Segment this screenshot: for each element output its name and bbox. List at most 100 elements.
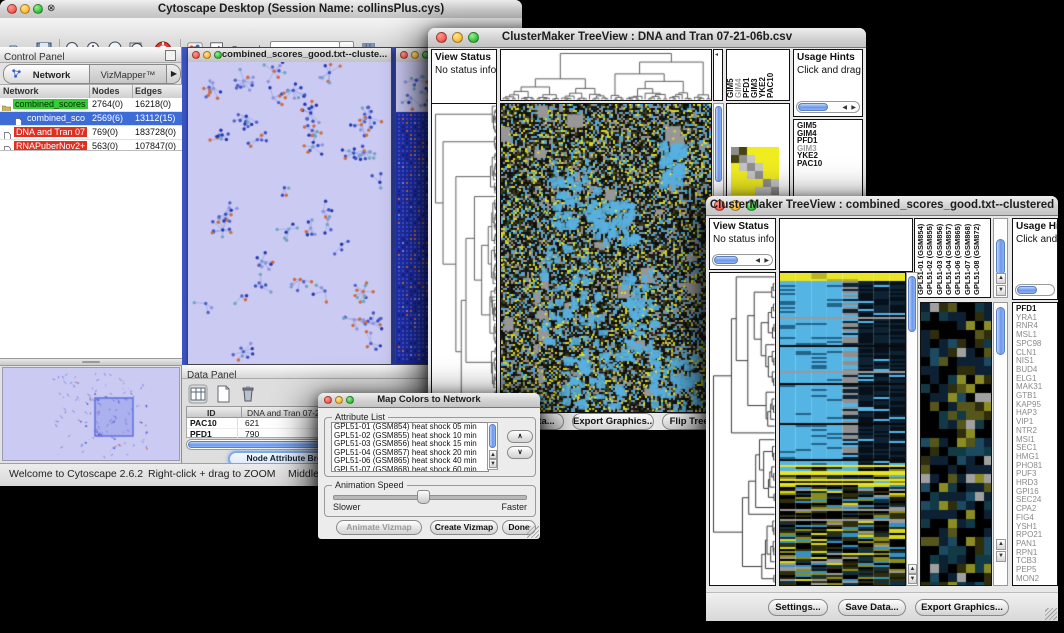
control-panel: Control Panel Network VizMapper™ ▶ Netwo… (0, 47, 182, 463)
dialog-title: Map Colors to Network (318, 393, 540, 407)
data-row-value: 621 (245, 418, 259, 428)
array-column-label: GPL51-07 (GSM868) (963, 224, 972, 295)
animate-vizmap-button[interactable]: Animate Vizmap (336, 520, 422, 535)
tv2-column-dendrogram[interactable] (779, 218, 913, 272)
cluster-row-label[interactable]: PAC10 (797, 160, 862, 168)
network-nodes-count: 2764(0) (92, 99, 123, 109)
settings-button[interactable]: Settings... (768, 599, 828, 616)
tab-vizmapper[interactable]: VizMapper™ (90, 65, 166, 83)
slower-label: Slower (333, 502, 361, 512)
float-panel-icon[interactable] (165, 50, 176, 61)
delete-attribute-icon[interactable] (238, 384, 258, 404)
tv2-column-labels: GPL51-01 (GSM854)GPL51-02 (GSM855)GPL51-… (914, 218, 991, 298)
network-tab-icon (11, 68, 22, 79)
tv1-column-dendrogram[interactable] (500, 49, 712, 101)
animation-speed-slider[interactable] (333, 495, 527, 500)
array-column-label: GPL51-04 (GSM857) (944, 224, 953, 295)
tv2-view-status-panel: View Status No status info ◀ ▶ (709, 218, 776, 270)
attribute-list-group: Attribute List GPL51-01 (GSM854) heat sh… (324, 417, 536, 477)
slider-thumb[interactable] (417, 490, 430, 504)
tv2-column-labels-scrollbar[interactable]: ▲ ▼ (993, 218, 1008, 298)
export-graphics-button[interactable]: Export Graphics... (915, 599, 1009, 616)
tv2-usage-hints-title: Usage Hi (1013, 219, 1057, 232)
tv2-zoom-heatmap[interactable] (920, 302, 992, 586)
tv2-view-status-text: No status info (710, 232, 775, 245)
attribute-list[interactable]: GPL51-01 (GSM854) heat shock 05 minGPL51… (331, 422, 489, 472)
network-edges-count: 16218(0) (135, 99, 171, 109)
panel-splitter[interactable] (0, 358, 182, 366)
network-name[interactable]: combined_sco (25, 113, 87, 123)
status-hint-zoom: Right-click + drag to ZOOM (148, 468, 276, 480)
close-icon[interactable] (400, 51, 408, 59)
network-table-header[interactable]: Edges (135, 86, 162, 96)
network-name[interactable]: combined_scores (13, 99, 88, 109)
main-titlebar[interactable]: ⊗ Cytoscape Desktop (Session Name: colli… (0, 0, 522, 19)
network-edges-count: 183728(0) (135, 127, 176, 137)
network-view-title: combined_scores_good.txt--cluste... (188, 48, 391, 62)
minimize-icon[interactable] (411, 51, 419, 59)
gene-label[interactable]: MON2 (1016, 575, 1057, 584)
tv2-titlebar[interactable]: ClusterMaker TreeView : combined_scores_… (706, 196, 1058, 216)
network-name[interactable]: DNA and Tran 07 (14, 127, 87, 137)
tv2-hints-scrollbar[interactable] (1015, 284, 1055, 296)
tv2-row-dendrogram[interactable] (709, 272, 776, 586)
doc-icon (14, 114, 23, 123)
network-nodes-count: 769(0) (92, 127, 118, 137)
tv2-view-status-title: View Status (710, 219, 775, 232)
treeview-window-combined: ClusterMaker TreeView : combined_scores_… (706, 196, 1058, 620)
network-tree-row[interactable]: combined_sco2569(6)13112(15) (0, 112, 182, 126)
tv1-row-dendrogram[interactable] (431, 103, 497, 413)
network-overview-panel[interactable] (2, 367, 180, 461)
tv1-column-strip[interactable]: ◂ (713, 49, 723, 101)
folder-icon (2, 100, 11, 109)
data-panel-title: Data Panel (182, 369, 236, 382)
map-colors-dialog: Map Colors to Network Attribute List GPL… (318, 393, 540, 539)
data-row-value: 790 (245, 429, 259, 439)
network-view-frame[interactable]: combined_scores_good.txt--cluste... (187, 47, 392, 365)
create-vizmap-button[interactable]: Create Vizmap (430, 520, 498, 535)
attribute-select-icon[interactable] (188, 384, 208, 404)
tv2-usage-hints-panel: Usage Hi Click and (1012, 218, 1058, 300)
resize-grip[interactable] (527, 526, 539, 538)
new-attribute-icon[interactable] (213, 384, 233, 404)
tv1-view-status-title: View Status (432, 50, 496, 63)
move-down-button[interactable]: ∨ (507, 446, 533, 459)
desktop: ⊗ Cytoscape Desktop (Session Name: colli… (0, 0, 1064, 633)
array-column-label: GPL51-03 (GSM856) (935, 224, 944, 295)
tv2-gene-label-list[interactable]: PFD1YRA1RNR4MSL1SPC98CLN1NIS1BUD4ELG1MAK… (1012, 302, 1058, 586)
array-column-label: GPL51-08 (GSM872) (972, 224, 981, 295)
tv2-heatmap[interactable] (779, 272, 906, 586)
data-row-id: PFD1 (190, 429, 212, 439)
status-welcome: Welcome to Cytoscape 2.6.2 (9, 468, 143, 480)
attribute-list-label: Attribute List (332, 412, 388, 422)
export-graphics-button[interactable]: Export Graphics... (572, 413, 654, 430)
tv1-titlebar[interactable]: ClusterMaker TreeView : DNA and Tran 07-… (428, 28, 866, 48)
tab-network-label: Network (33, 70, 70, 81)
data-table-header-id[interactable]: ID (207, 408, 216, 418)
network-tree-row[interactable]: combined_scores 2764(0) 16218(0) (0, 98, 182, 112)
network-nodes-count: 2569(6) (92, 113, 123, 123)
array-column-label: GPL51-02 (GSM855) (925, 224, 934, 295)
network-tree-empty-area (0, 150, 182, 359)
network-tree-row[interactable]: DNA and Tran 07 769(0) 183728(0) (0, 126, 182, 140)
tv2-status-scrollbar[interactable]: ◀ ▶ (712, 254, 773, 266)
network-table-header[interactable]: Nodes (92, 86, 120, 96)
tv1-heatmap[interactable] (500, 103, 712, 413)
tv2-zoom-vscrollbar[interactable]: ▲ ▼ (993, 302, 1008, 586)
resize-grip[interactable] (1045, 608, 1057, 620)
tv2-heatmap-vscrollbar[interactable]: ▲ ▼ (906, 272, 918, 586)
tab-overflow-button[interactable]: ▶ (166, 65, 181, 83)
tv1-usage-hints-panel: Usage Hints Click and drag to ◀ ▶ (793, 49, 863, 117)
tv1-usage-hints-text: Click and drag to (794, 63, 862, 76)
dialog-titlebar[interactable]: Map Colors to Network (318, 393, 540, 408)
tab-network[interactable]: Network (4, 65, 90, 83)
attribute-list-scrollbar[interactable]: ▲ ▼ (487, 422, 498, 470)
save-data-button[interactable]: Save Data... (838, 599, 906, 616)
move-up-button[interactable]: ∧ (507, 430, 533, 443)
tv1-view-status-text: No status info f (432, 63, 496, 76)
attribute-list-item[interactable]: GPL51-07 (GSM868) heat shock 60 min (332, 466, 488, 472)
network-table-header[interactable]: Network (3, 86, 39, 96)
tv1-hints-scrollbar[interactable]: ◀ ▶ (796, 101, 860, 113)
tv2-usage-hints-text: Click and (1013, 232, 1057, 245)
array-column-label: GPL51-06 (GSM865) (953, 224, 962, 295)
